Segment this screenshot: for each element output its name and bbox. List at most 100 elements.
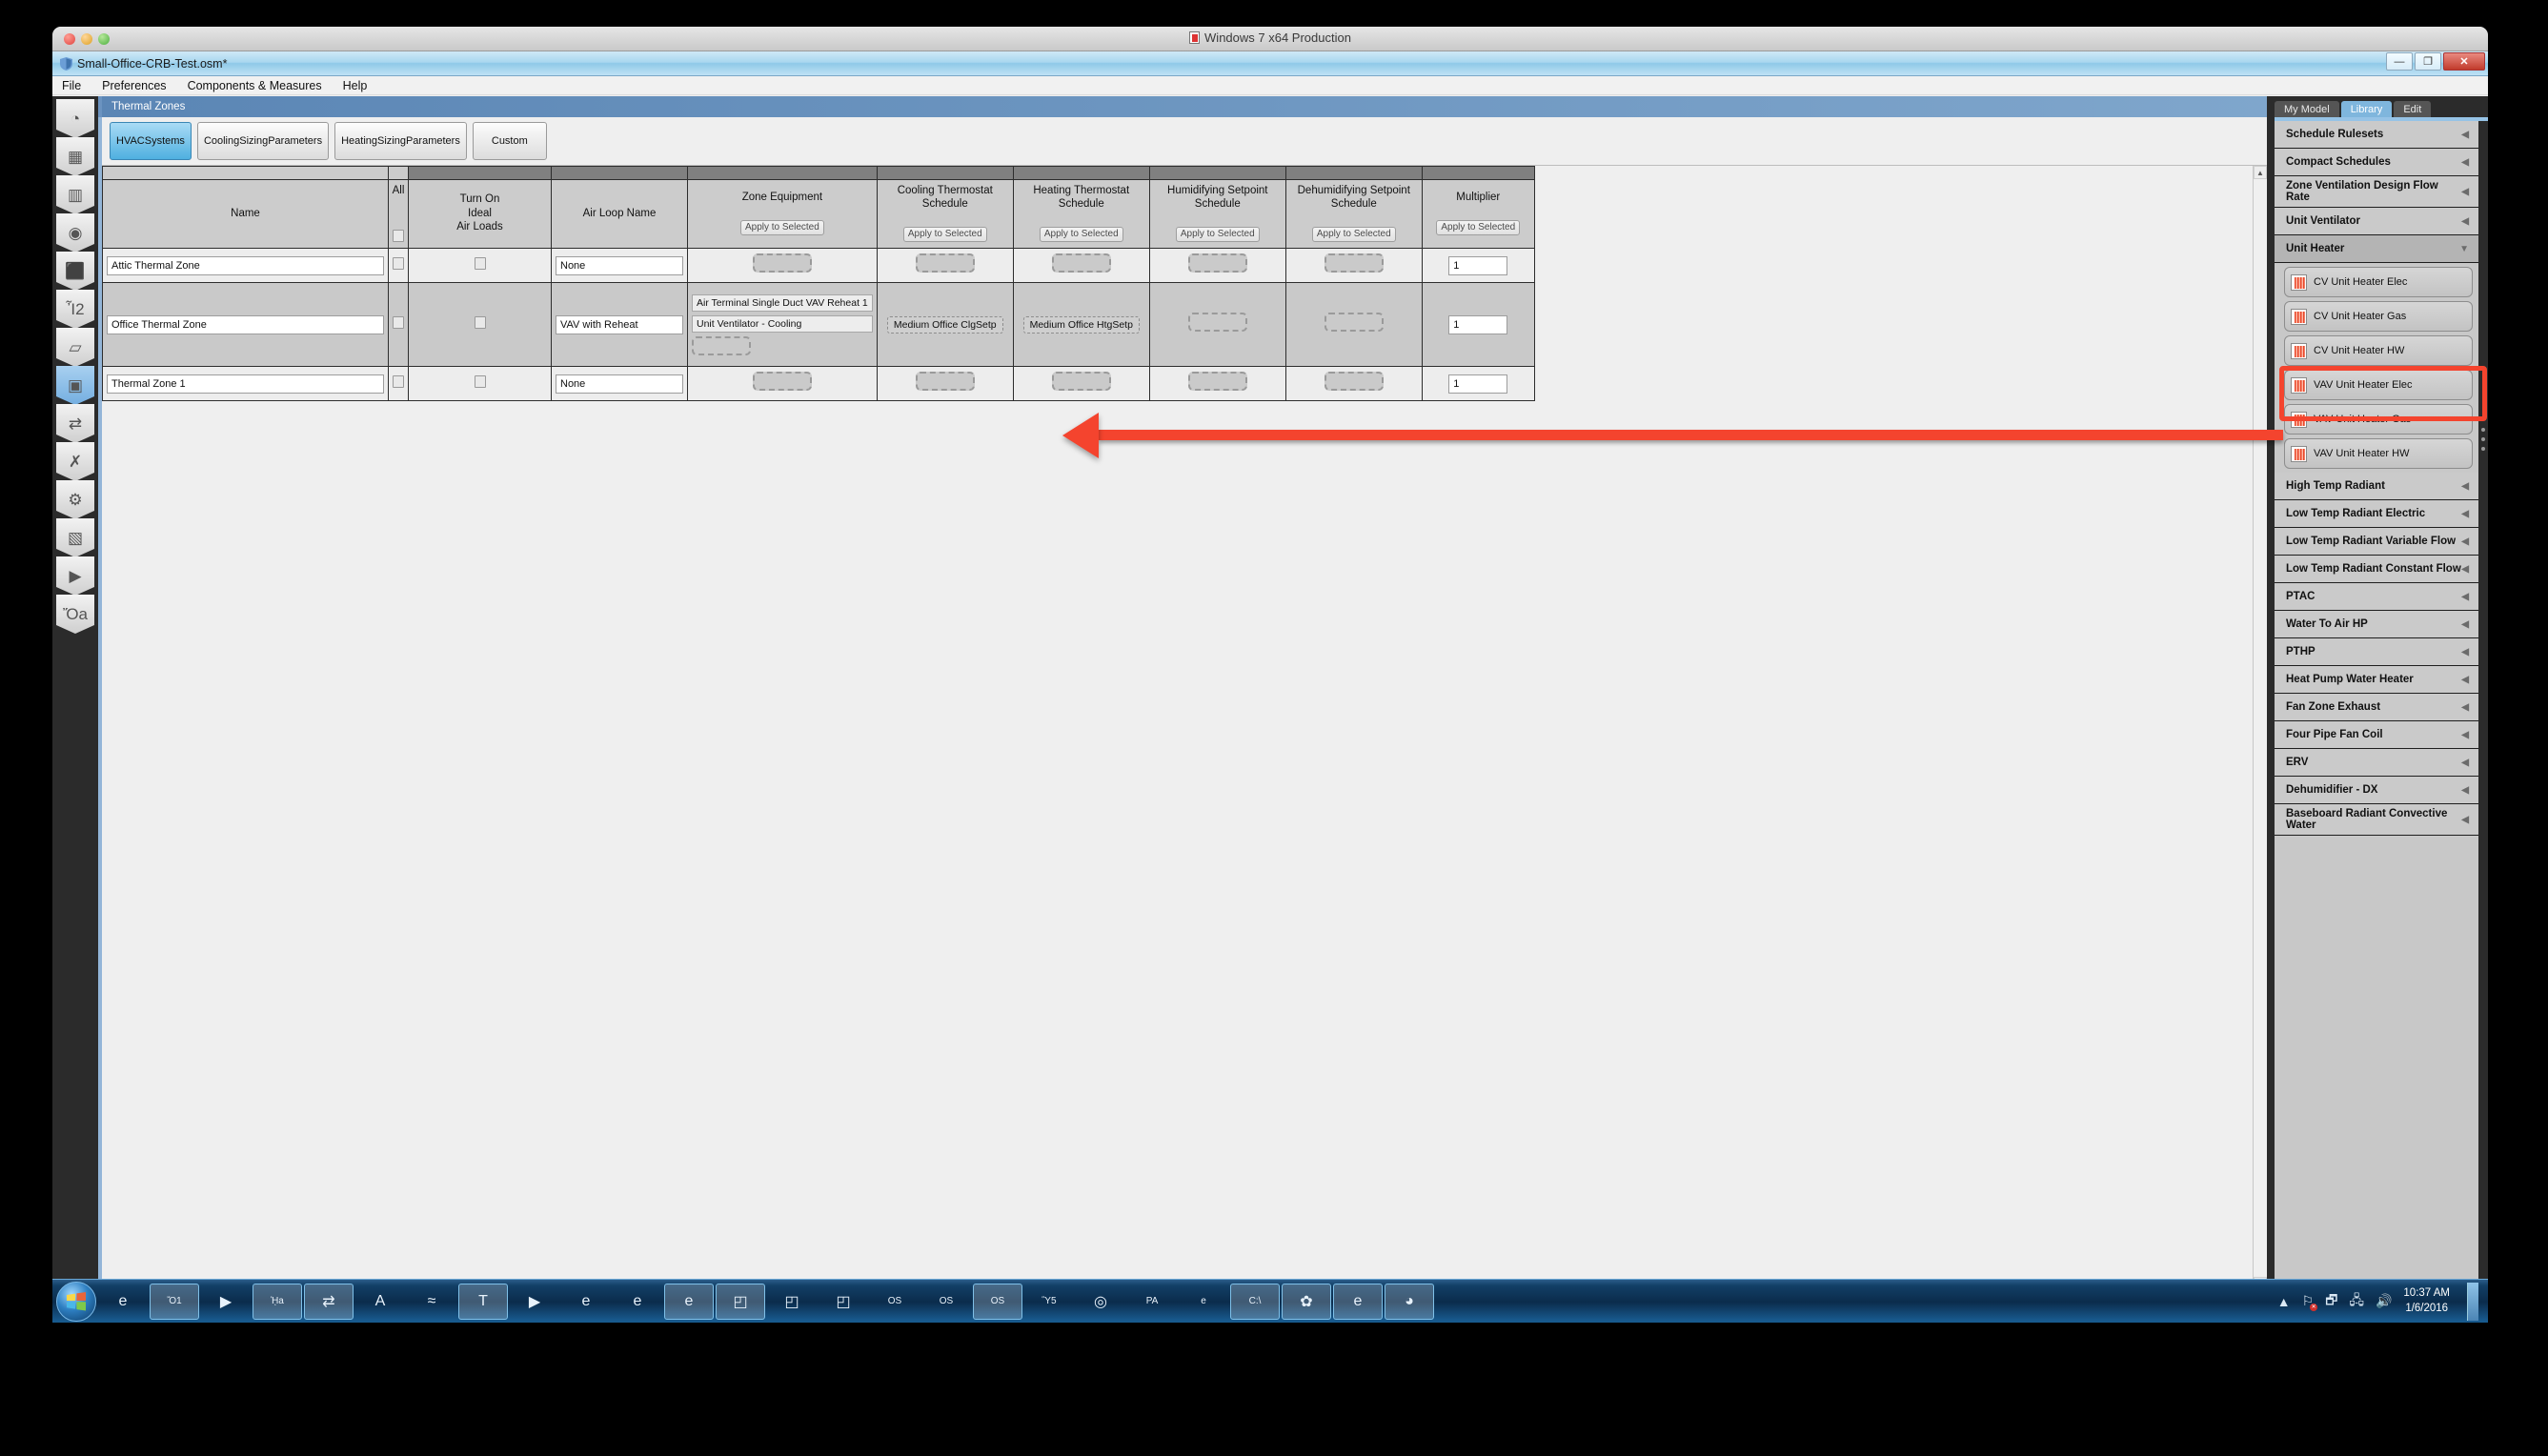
taskbar-dvd-app[interactable]: ◕ [1385, 1284, 1434, 1320]
dehumidifying-setpoint-schedule-drop-zone[interactable] [1325, 253, 1384, 273]
library-section-heat-pump-water-heater[interactable]: Heat Pump Water Heater ◀ [2275, 666, 2478, 694]
menu-item-components-measures[interactable]: Components & Measures [188, 79, 322, 92]
heating-thermostat-schedule-drop-zone[interactable] [1052, 372, 1111, 391]
loads-icon[interactable]: ◉ [56, 213, 94, 253]
cell-dehumidifying-setpoint-schedule[interactable] [1285, 283, 1422, 367]
taskbar-document[interactable]: ὜e [1179, 1284, 1228, 1320]
taskbar-text-editor[interactable]: T [458, 1284, 508, 1320]
restore-button[interactable]: ❐ [2415, 52, 2441, 71]
select-all-checkbox[interactable] [393, 230, 404, 242]
hvac-systems-icon[interactable]: ⇄ [56, 404, 94, 443]
ideal-air-loads-checkbox[interactable] [475, 316, 486, 329]
library-section-pthp[interactable]: PTHP ◀ [2275, 638, 2478, 666]
cell-dehumidifying-setpoint-schedule[interactable] [1285, 249, 1422, 283]
library-tab-library[interactable]: Library [2341, 101, 2393, 117]
schedules-icon[interactable]: ▦ [56, 137, 94, 176]
zone-equipment-drop-zone[interactable] [753, 253, 812, 273]
humidifying-setpoint-schedule-drop-zone[interactable] [1188, 313, 1247, 332]
taskbar-parametric-analysis[interactable]: PA [1127, 1284, 1177, 1320]
tray-devices-icon[interactable]: 🗗 [2325, 1290, 2337, 1313]
heating-thermostat-schedule-drop-zone[interactable] [1052, 253, 1111, 273]
library-section-high-temp-radiant[interactable]: High Temp Radiant ◀ [2275, 473, 2478, 500]
cell-cooling-thermostat-schedule[interactable]: Medium Office ClgSetp [877, 283, 1013, 367]
cooling-thermostat-schedule-chip[interactable]: Medium Office ClgSetp [887, 316, 1003, 334]
table-row[interactable]: Office Thermal Zone VAV with Reheat Air Te… [103, 283, 1535, 367]
menu-item-file[interactable]: File [62, 79, 81, 92]
row-select-checkbox[interactable] [393, 257, 404, 270]
table-row[interactable]: Thermal Zone 1 None 1 [103, 367, 1535, 401]
library-item-cv-unit-heater-hw[interactable]: CV Unit Heater HW [2284, 335, 2473, 366]
start-button[interactable] [56, 1282, 96, 1322]
cell-zone-equipment[interactable] [688, 249, 878, 283]
taskbar-energyplus-launch-4[interactable]: e [1333, 1284, 1383, 1320]
ideal-air-loads-checkbox[interactable] [475, 375, 486, 388]
space-types-icon[interactable]: ⬛ [56, 252, 94, 291]
thermal-zones-icon[interactable]: ▣ [56, 366, 94, 405]
cell-row-checkbox[interactable] [389, 249, 409, 283]
cell-row-checkbox[interactable] [389, 283, 409, 367]
cell-turn-on-ideal-air-loads[interactable] [409, 249, 552, 283]
scroll-up-arrow[interactable]: ▲ [2254, 166, 2267, 179]
tray-volume-icon[interactable]: 🔊 [2376, 1293, 2392, 1309]
grid-vertical-scrollbar[interactable]: ▲ ▼ [2253, 166, 2267, 1290]
library-item-vav-unit-heater-hw[interactable]: VAV Unit Heater HW [2284, 438, 2473, 469]
library-section-water-to-air-hp[interactable]: Water To Air HP ◀ [2275, 611, 2478, 638]
cell-zone-equipment[interactable] [688, 367, 878, 401]
library-section-low-temp-radiant-constant-flow[interactable]: Low Temp Radiant Constant Flow ◀ [2275, 556, 2478, 583]
cell-zone-equipment[interactable]: Air Terminal Single Duct VAV Reheat 1 Uni… [688, 283, 878, 367]
cell-row-checkbox[interactable] [389, 367, 409, 401]
tray-action-center-icon[interactable]: ⚐ ✕ [2302, 1293, 2315, 1309]
library-item-vav-unit-heater-elec[interactable]: VAV Unit Heater Elec [2284, 370, 2473, 400]
taskbar-green-app[interactable]: ▶ [510, 1284, 559, 1320]
dehumidifying-setpoint-schedule-drop-zone[interactable] [1325, 372, 1384, 391]
cell-turn-on-ideal-air-loads[interactable] [409, 283, 552, 367]
taskbar-energyplus-launch-2[interactable]: e [613, 1284, 662, 1320]
library-item-cv-unit-heater-gas[interactable]: CV Unit Heater Gas [2284, 301, 2473, 332]
cooling-thermostat-schedule-drop-zone[interactable] [916, 372, 975, 391]
cell-heating-thermostat-schedule[interactable] [1013, 249, 1149, 283]
cell-heating-thermostat-schedule[interactable]: Medium Office HtgSetp [1013, 283, 1149, 367]
apply-to-selected-button-zone_equipment[interactable]: Apply to Selected [740, 220, 824, 236]
cell-zone-name[interactable]: Thermal Zone 1 [103, 367, 389, 401]
apply-to-selected-button-humid_sp[interactable]: Apply to Selected [1176, 227, 1260, 243]
cell-air-loop-name[interactable]: None [552, 249, 688, 283]
taskbar-firefox[interactable]: ᾘa [253, 1284, 302, 1320]
taskbar-energyplus-launch-1[interactable]: e [561, 1284, 611, 1320]
cell-multiplier[interactable]: 1 [1422, 283, 1534, 367]
apply-to-selected-button-cooling_tstat[interactable]: Apply to Selected [903, 227, 987, 243]
table-row[interactable]: Attic Thermal Zone None 1 [103, 249, 1535, 283]
multiplier-input[interactable]: 1 [1448, 256, 1507, 275]
humidifying-setpoint-schedule-drop-zone[interactable] [1188, 372, 1247, 391]
taskbar-openstudio-3[interactable]: OS [973, 1284, 1022, 1320]
library-section-erv[interactable]: ERV ◀ [2275, 749, 2478, 777]
library-item-vav-unit-heater-gas[interactable]: VAV Unit Heater Gas [2284, 404, 2473, 435]
library-item-cv-unit-heater-elec[interactable]: CV Unit Heater Elec [2284, 267, 2473, 297]
cell-zone-name[interactable]: Office Thermal Zone [103, 283, 389, 367]
close-button[interactable]: ✕ [2443, 52, 2485, 71]
tab-custom[interactable]: Custom [473, 122, 547, 160]
taskbar-openoffice[interactable]: ≈ [407, 1284, 456, 1320]
spaces-icon[interactable]: ▱ [56, 328, 94, 367]
taskbar-sketchup-3[interactable]: ◰ [819, 1284, 868, 1320]
cell-multiplier[interactable]: 1 [1422, 367, 1534, 401]
show-desktop-button[interactable] [2467, 1283, 2478, 1321]
zone-equipment-item[interactable]: Unit Ventilator - Cooling [692, 315, 873, 333]
cooling-thermostat-schedule-drop-zone[interactable] [916, 253, 975, 273]
cell-humidifying-setpoint-schedule[interactable] [1149, 283, 1285, 367]
zone-name-input[interactable]: Office Thermal Zone [107, 315, 384, 334]
zone-name-input[interactable]: Thermal Zone 1 [107, 374, 384, 394]
taskbar-openstudio-1[interactable]: OS [870, 1284, 920, 1320]
library-tab-my-model[interactable]: My Model [2275, 101, 2339, 117]
cell-humidifying-setpoint-schedule[interactable] [1149, 367, 1285, 401]
row-select-checkbox[interactable] [393, 316, 404, 329]
results-icon[interactable]: Ὄa [56, 595, 94, 634]
taskbar-openstudio-2[interactable]: OS [921, 1284, 971, 1320]
tray-network-icon[interactable]: 🖧 [2349, 1290, 2364, 1313]
library-section-low-temp-radiant-variable-flow[interactable]: Low Temp Radiant Variable Flow ◀ [2275, 528, 2478, 556]
zone-equipment-drop-zone[interactable] [753, 372, 812, 391]
facility-icon[interactable]: Ἶ2 [56, 290, 94, 329]
taskbar-file-explorer[interactable]: Ὄ1 [150, 1284, 199, 1320]
apply-to-selected-button-heating_tstat[interactable]: Apply to Selected [1040, 227, 1123, 243]
taskbar-clock[interactable]: 10:37 AM 1/6/2016 [2403, 1286, 2450, 1316]
simulation-settings-icon[interactable]: ⚙ [56, 480, 94, 519]
